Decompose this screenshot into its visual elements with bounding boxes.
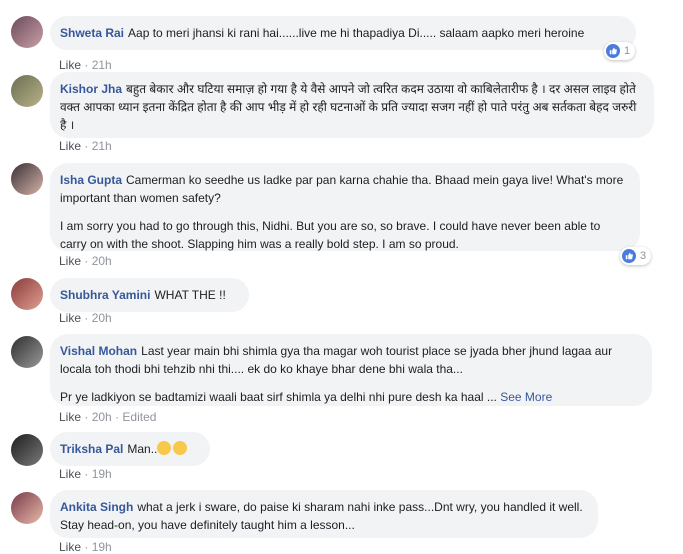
comment-meta: Like · 19h (59, 540, 112, 554)
like-link[interactable]: Like (59, 540, 81, 554)
comment-author[interactable]: Ankita Singh (60, 500, 133, 514)
tired-face-icon (173, 441, 188, 455)
avatar[interactable] (11, 16, 43, 48)
comment-meta: Like · 20h (59, 254, 112, 268)
reaction-number: 1 (624, 45, 631, 57)
avatar[interactable] (11, 75, 43, 107)
comment-text: Man.. (127, 442, 158, 456)
like-link[interactable]: Like (59, 467, 81, 481)
unamused-face-icon (157, 441, 172, 455)
comment-text-second: Pr ye ladkiyon se badtamizi waali baat s… (60, 390, 497, 404)
timestamp[interactable]: 20h (92, 311, 112, 325)
comment-meta: Like · 20h · Edited (59, 410, 157, 424)
like-link[interactable]: Like (59, 139, 81, 153)
avatar[interactable] (11, 492, 43, 524)
timestamp[interactable]: 20h (92, 254, 112, 268)
comment-bubble: Kishor Jha बहुत बेकार और घटिया समाज़ हो ग… (50, 72, 654, 138)
timestamp[interactable]: 21h (92, 58, 112, 72)
avatar[interactable] (11, 163, 43, 195)
comment-text: Camerman ko seedhe us ladke par pan karn… (60, 173, 624, 205)
comment-text: Last year main bhi shimla gya tha magar … (60, 344, 613, 376)
see-more-link[interactable]: See More (500, 390, 552, 404)
comment-bubble: Shubhra Yamini WHAT THE !! (50, 278, 249, 312)
comment-bubble: Triksha Pal Man.. (50, 432, 210, 466)
reaction-number: 3 (640, 250, 647, 262)
comment-text: WHAT THE !! (154, 288, 226, 302)
avatar[interactable] (11, 336, 43, 368)
like-link[interactable]: Like (59, 58, 81, 72)
comment-author[interactable]: Vishal Mohan (60, 344, 137, 358)
like-link[interactable]: Like (59, 254, 81, 268)
comment-text: what a jerk i sware, do paise ki sharam … (60, 500, 583, 532)
edited-label[interactable]: Edited (122, 410, 156, 424)
comment-bubble: Ankita Singh what a jerk i sware, do pais… (50, 490, 598, 538)
comment-meta: Like · 21h (59, 139, 112, 153)
comment-author[interactable]: Triksha Pal (60, 442, 123, 456)
reaction-count[interactable]: 3 (620, 247, 652, 265)
timestamp[interactable]: 19h (92, 467, 112, 481)
comment-author[interactable]: Shubhra Yamini (60, 288, 150, 302)
comment-bubble: Shweta Rai Aap to meri jhansi ki rani hai… (50, 16, 636, 50)
comment-bubble: Vishal Mohan Last year main bhi shimla gy… (50, 334, 652, 406)
comment-text: बहुत बेकार और घटिया समाज़ हो गया है ये व… (60, 82, 637, 132)
timestamp[interactable]: 20h (92, 410, 112, 424)
comment-author[interactable]: Kishor Jha (60, 82, 122, 96)
reaction-count[interactable]: 1 (604, 42, 636, 60)
timestamp[interactable]: 21h (92, 139, 112, 153)
avatar[interactable] (11, 434, 43, 466)
like-link[interactable]: Like (59, 410, 81, 424)
timestamp[interactable]: 19h (92, 540, 112, 554)
comment-meta: Like · 20h (59, 311, 112, 325)
comment-author[interactable]: Isha Gupta (60, 173, 122, 187)
comment-bubble: Isha Gupta Camerman ko seedhe us ladke pa… (50, 163, 640, 251)
comment-meta: Like · 19h (59, 467, 112, 481)
thumbs-up-icon (606, 44, 620, 58)
comment-text-second: I am sorry you had to go through this, N… (60, 219, 601, 251)
like-link[interactable]: Like (59, 311, 81, 325)
comment-meta: Like · 21h (59, 58, 112, 72)
thumbs-up-icon (622, 249, 636, 263)
comment-text: Aap to meri jhansi ki rani hai......live… (128, 26, 585, 40)
comment-author[interactable]: Shweta Rai (60, 26, 124, 40)
avatar[interactable] (11, 278, 43, 310)
